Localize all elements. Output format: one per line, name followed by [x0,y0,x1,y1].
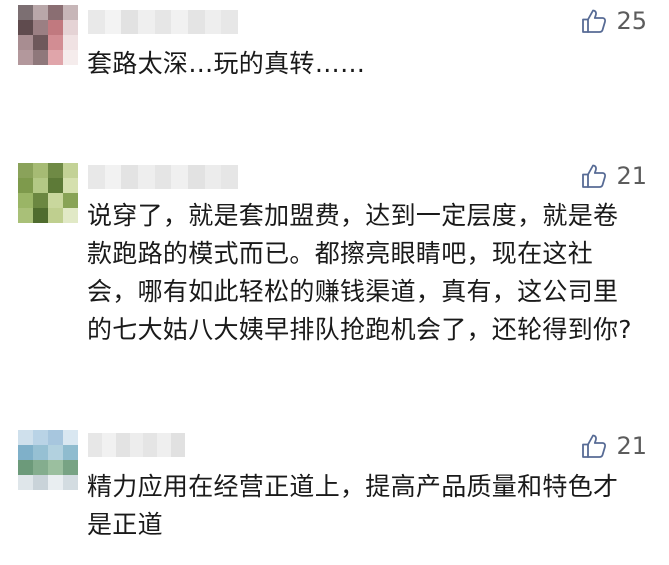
username-pixel [171,10,189,34]
avatar-pixel [18,5,33,20]
avatar-pixel [18,208,33,223]
username-pixel [221,10,238,34]
avatar-pixel [33,475,48,490]
avatar-pixel [18,50,33,65]
avatar-pixel [18,460,33,475]
comment-text: 套路太深…玩的真转…… [87,49,366,78]
avatar-pixel [33,35,48,50]
username-pixel [157,433,172,457]
avatar[interactable] [18,5,78,65]
like-button[interactable]: 25 [580,4,647,38]
username-pixel [143,433,158,457]
avatar-pixel [33,193,48,208]
username-pixel [104,165,122,189]
like-count: 21 [616,162,647,190]
like-button[interactable]: 21 [580,429,647,463]
username-pixel [154,10,172,34]
avatar-pixel [63,35,78,50]
avatar-pixel [18,178,33,193]
avatar-pixel [33,20,48,35]
avatar-pixel [48,445,63,460]
username-pixel [138,165,155,189]
username-pixel [88,165,105,189]
avatar-pixel [48,50,63,65]
avatar-pixel [48,35,63,50]
avatar-pixel [48,20,63,35]
avatar-pixel [63,193,78,208]
comment-text: 说穿了，就是套加盟费，达到一定层度，就是卷款跑路的模式而已。都擦亮眼睛吧，现在这… [87,201,632,344]
avatar-pixel [63,445,78,460]
avatar-pixel [63,208,78,223]
avatar-pixel [63,475,78,490]
comment-text: 精力应用在经营正道上，提高产品质量和特色才是正道 [87,472,619,539]
username-pixel [221,165,238,189]
avatar-pixel [33,445,48,460]
username-pixel [204,10,222,34]
username-blurred[interactable] [88,165,238,189]
username-pixel [88,433,102,457]
username-pixel [115,433,130,457]
avatar-pixel [48,178,63,193]
like-count: 25 [616,7,647,35]
avatar-pixel [33,460,48,475]
avatar-pixel [63,178,78,193]
avatar-pixel [18,20,33,35]
username-pixel [121,165,139,189]
thumbs-up-icon [580,162,608,190]
avatar-pixel [48,430,63,445]
thumbs-up-icon [580,7,608,35]
like-button[interactable]: 21 [580,159,647,193]
username-pixel [104,10,122,34]
avatar[interactable] [18,163,78,223]
username-pixel [154,165,172,189]
username-blurred[interactable] [88,433,185,457]
avatar-pixel [48,460,63,475]
avatar-pixel [63,50,78,65]
avatar-pixel [33,430,48,445]
like-count: 21 [616,432,647,460]
username-pixel [188,165,205,189]
username-pixel [121,10,139,34]
avatar-pixel [63,430,78,445]
thumbs-up-icon [580,432,608,460]
avatar-pixel [18,193,33,208]
username-pixel [88,10,105,34]
avatar-pixel [48,475,63,490]
avatar-pixel [18,163,33,178]
avatar-pixel [48,208,63,223]
avatar-pixel [33,178,48,193]
avatar-pixel [18,35,33,50]
username-pixel [129,433,144,457]
avatar-pixel [48,163,63,178]
avatar-pixel [18,430,33,445]
avatar-pixel [18,445,33,460]
avatar-pixel [63,20,78,35]
avatar-pixel [48,5,63,20]
avatar-pixel [63,163,78,178]
avatar-pixel [33,5,48,20]
avatar-pixel [48,193,63,208]
avatar-pixel [33,208,48,223]
username-pixel [171,165,189,189]
avatar-pixel [63,5,78,20]
username-pixel [138,10,155,34]
avatar-pixel [33,50,48,65]
avatar[interactable] [18,430,78,490]
username-pixel [188,10,205,34]
avatar-pixel [18,475,33,490]
username-blurred[interactable] [88,10,238,34]
avatar-pixel [63,460,78,475]
username-pixel [171,433,185,457]
avatar-pixel [33,163,48,178]
username-pixel [101,433,116,457]
username-pixel [204,165,222,189]
